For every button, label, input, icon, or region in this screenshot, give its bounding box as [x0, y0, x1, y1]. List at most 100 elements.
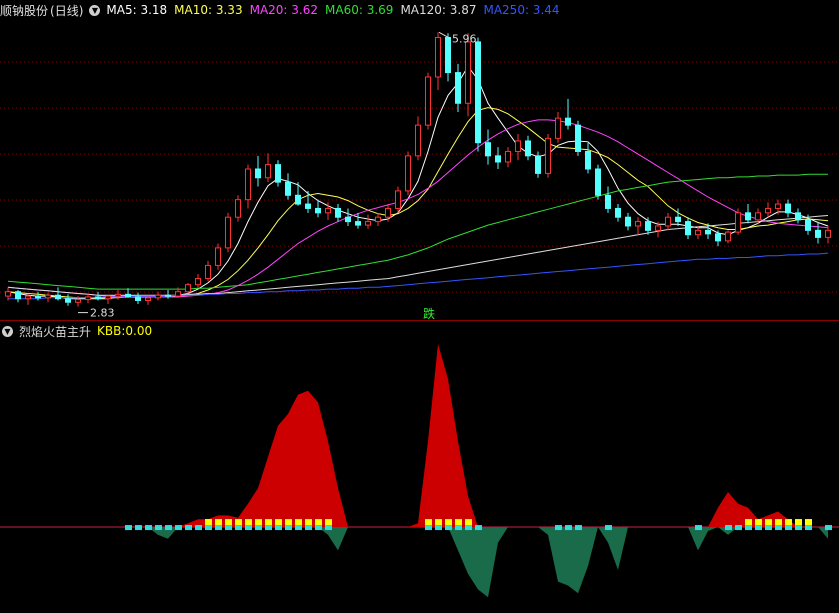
- candlestick[interactable]: [425, 72, 431, 130]
- kbb-cyan-block: [175, 525, 182, 531]
- candlestick[interactable]: [105, 295, 111, 304]
- kbb-value: 0.00: [125, 324, 153, 338]
- kbb-yellow-block: [305, 519, 312, 526]
- candlestick[interactable]: [515, 133, 521, 161]
- candlestick[interactable]: [495, 147, 501, 169]
- candlestick[interactable]: [565, 98, 571, 130]
- candle-body: [95, 296, 101, 300]
- indicator-panel[interactable]: [0, 343, 839, 598]
- kbb-cyan-block: [445, 525, 452, 531]
- candlestick[interactable]: [55, 287, 61, 301]
- candlestick[interactable]: [455, 63, 461, 113]
- candlestick[interactable]: [575, 120, 581, 156]
- candle-body: [585, 150, 591, 170]
- kbb-cyan-block: [285, 525, 292, 531]
- candlestick[interactable]: [525, 135, 531, 161]
- candlestick[interactable]: [725, 230, 731, 244]
- candlestick[interactable]: [685, 217, 691, 240]
- kbb-cyan-block: [135, 525, 142, 531]
- kbb-yellow-block: [215, 519, 222, 526]
- candle-body: [675, 216, 681, 223]
- candlestick[interactable]: [245, 164, 251, 209]
- candlestick[interactable]: [625, 212, 631, 231]
- candle-body: [735, 212, 741, 233]
- candlestick[interactable]: [465, 33, 471, 117]
- candlestick[interactable]: [45, 292, 51, 303]
- candle-body: [685, 221, 691, 236]
- candlestick[interactable]: [605, 186, 611, 213]
- candlestick[interactable]: [815, 221, 821, 244]
- candlestick[interactable]: [505, 147, 511, 168]
- chevron-down-icon[interactable]: ▼: [89, 4, 101, 16]
- candlestick[interactable]: [785, 199, 791, 218]
- candle-body: [465, 41, 471, 104]
- chevron-down-icon[interactable]: ▼: [2, 325, 13, 337]
- candlestick[interactable]: [765, 202, 771, 218]
- candlestick[interactable]: [665, 212, 671, 231]
- candlestick[interactable]: [435, 32, 441, 91]
- kbb-cyan-block: [235, 525, 242, 531]
- candlestick[interactable]: [225, 212, 231, 253]
- candlestick[interactable]: [485, 129, 491, 165]
- candlestick[interactable]: [355, 212, 361, 229]
- candlestick[interactable]: [285, 173, 291, 200]
- candle-body: [485, 142, 491, 157]
- candlestick[interactable]: [745, 204, 751, 224]
- candlestick[interactable]: [275, 160, 281, 187]
- candlestick[interactable]: [15, 289, 21, 303]
- candlestick[interactable]: [735, 208, 741, 235]
- candlestick[interactable]: [395, 186, 401, 213]
- candlestick[interactable]: [545, 133, 551, 178]
- candlestick[interactable]: [155, 291, 161, 301]
- candlestick[interactable]: [185, 282, 191, 294]
- candlestick[interactable]: [375, 212, 381, 226]
- candlestick[interactable]: [135, 292, 141, 304]
- candlestick[interactable]: [345, 208, 351, 226]
- kbb-cyan-block: [195, 525, 202, 531]
- candle-body: [645, 221, 651, 231]
- candlestick[interactable]: [335, 204, 341, 222]
- candlestick[interactable]: [195, 274, 201, 288]
- candlestick[interactable]: [125, 288, 131, 298]
- kbb-yellow-block: [455, 519, 462, 526]
- candlestick[interactable]: [795, 208, 801, 224]
- candle-body: [85, 296, 91, 301]
- candlestick[interactable]: [405, 151, 411, 196]
- candlestick[interactable]: [235, 195, 241, 222]
- candle-body: [575, 124, 581, 152]
- candlestick[interactable]: [265, 153, 271, 183]
- candlestick[interactable]: [595, 164, 601, 200]
- kbb-cyan-block: [125, 525, 132, 531]
- kbb-cyan-block: [185, 525, 192, 531]
- candlestick[interactable]: [615, 204, 621, 222]
- candlestick[interactable]: [65, 294, 71, 306]
- candle-body: [55, 294, 61, 300]
- candlestick[interactable]: [635, 217, 641, 235]
- candlestick[interactable]: [475, 37, 481, 152]
- candlestick[interactable]: [585, 142, 591, 174]
- candlestick[interactable]: [445, 33, 451, 82]
- kbb-yellow-block: [755, 519, 762, 526]
- kbb-cyan-block: [775, 525, 782, 531]
- candlestick[interactable]: [365, 214, 371, 229]
- candlestick[interactable]: [315, 199, 321, 218]
- bear-area: [538, 527, 598, 594]
- candlestick[interactable]: [555, 112, 561, 143]
- candle-body: [205, 264, 211, 280]
- candlestick[interactable]: [95, 291, 101, 301]
- candlestick[interactable]: [415, 116, 421, 161]
- candle-body: [435, 37, 441, 78]
- candle-body: [115, 293, 121, 297]
- candlesticks[interactable]: [5, 32, 831, 307]
- candle-body: [755, 212, 761, 221]
- candle-body: [615, 207, 621, 218]
- candlestick[interactable]: [715, 230, 721, 247]
- high-price-label: 5.96: [452, 32, 477, 45]
- candle-body: [355, 221, 361, 226]
- candlestick[interactable]: [205, 261, 211, 282]
- candle-body: [265, 164, 271, 179]
- candlestick[interactable]: [535, 151, 541, 178]
- candlestick[interactable]: [825, 225, 831, 244]
- candlestick[interactable]: [215, 243, 221, 270]
- candlestick[interactable]: [255, 155, 261, 187]
